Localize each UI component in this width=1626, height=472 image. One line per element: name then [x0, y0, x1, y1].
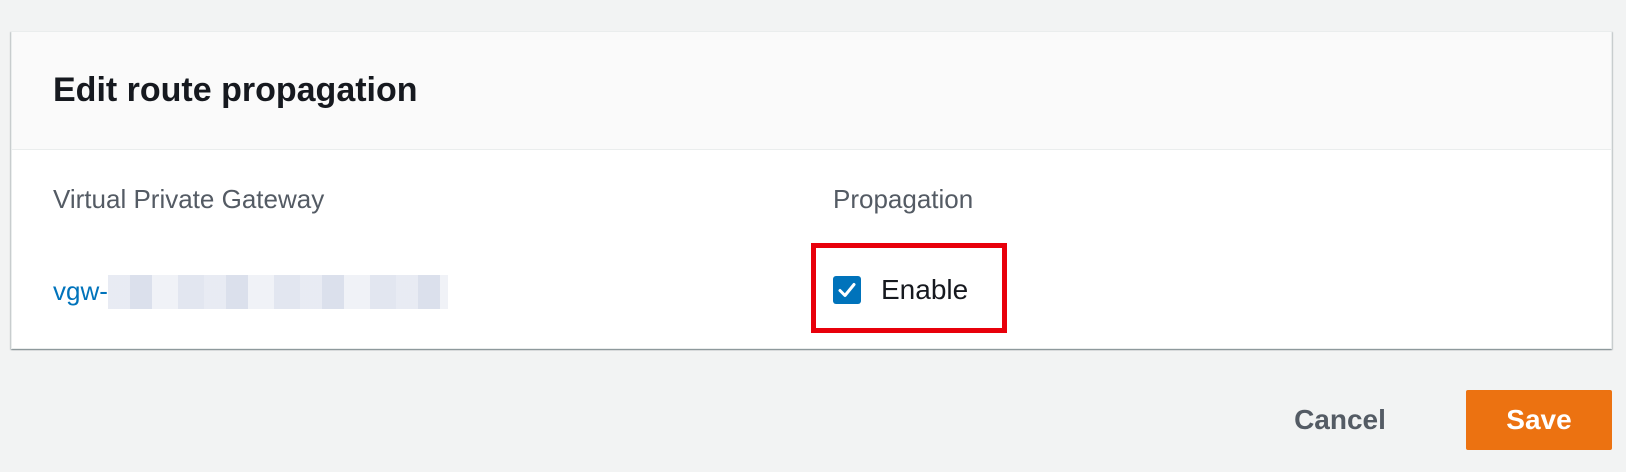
- gateway-id-text: vgw-: [53, 276, 108, 307]
- checkmark-icon: [838, 282, 856, 297]
- propagation-enable-checkbox[interactable]: Enable: [833, 273, 968, 307]
- edit-route-propagation-panel: Edit route propagation Virtual Private G…: [11, 31, 1612, 349]
- page-title: Edit route propagation: [53, 71, 418, 109]
- checkbox-checked[interactable]: [833, 275, 861, 304]
- enable-label: Enable: [881, 274, 969, 305]
- column-header-virtual-private-gateway: Virtual Private Gateway: [53, 184, 325, 214]
- gateway-link[interactable]: vgw-: [53, 275, 448, 309]
- redacted-gateway-id: [107, 275, 448, 309]
- panel-header: Edit route propagation: [12, 32, 1611, 150]
- cancel-button[interactable]: Cancel: [1285, 391, 1395, 449]
- column-header-propagation: Propagation: [833, 184, 974, 214]
- save-button[interactable]: Save: [1466, 390, 1612, 450]
